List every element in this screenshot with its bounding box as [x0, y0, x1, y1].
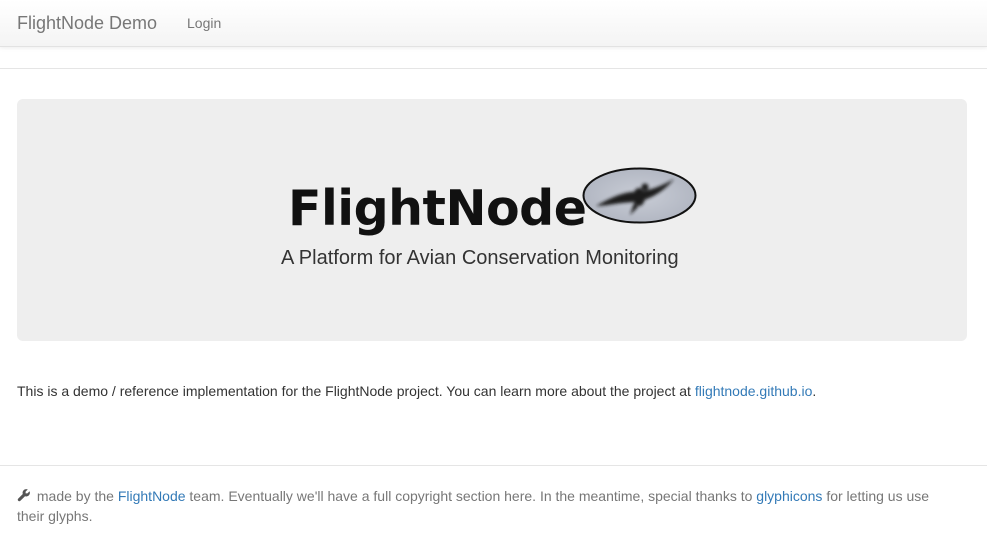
- footer: made by the FlightNode team. Eventually …: [17, 486, 947, 526]
- jumbotron: FlightNode A Platform for Avian Conserva…: [17, 99, 967, 341]
- login-link[interactable]: Login: [187, 14, 221, 32]
- footer-text-2: team. Eventually we'll have a full copyr…: [185, 488, 757, 504]
- top-navbar: FlightNode Demo Login: [0, 0, 987, 47]
- tagline: A Platform for Avian Conservation Monito…: [281, 247, 679, 269]
- footer-text-1: made by the: [33, 488, 118, 504]
- intro-paragraph: This is a demo / reference implementatio…: [17, 382, 967, 400]
- team-link[interactable]: FlightNode: [118, 488, 186, 504]
- glyphicons-link[interactable]: glyphicons: [756, 488, 822, 504]
- logo-wordmark: FlightNode: [288, 180, 587, 237]
- header-divider: [0, 68, 987, 69]
- bird-logo-icon: [582, 167, 697, 224]
- project-site-link[interactable]: flightnode.github.io: [695, 383, 813, 399]
- intro-text: This is a demo / reference implementatio…: [17, 383, 695, 399]
- navbar-brand[interactable]: FlightNode Demo: [17, 12, 157, 34]
- footer-divider: [0, 465, 987, 466]
- wrench-icon: [17, 489, 30, 502]
- intro-suffix: .: [812, 383, 817, 399]
